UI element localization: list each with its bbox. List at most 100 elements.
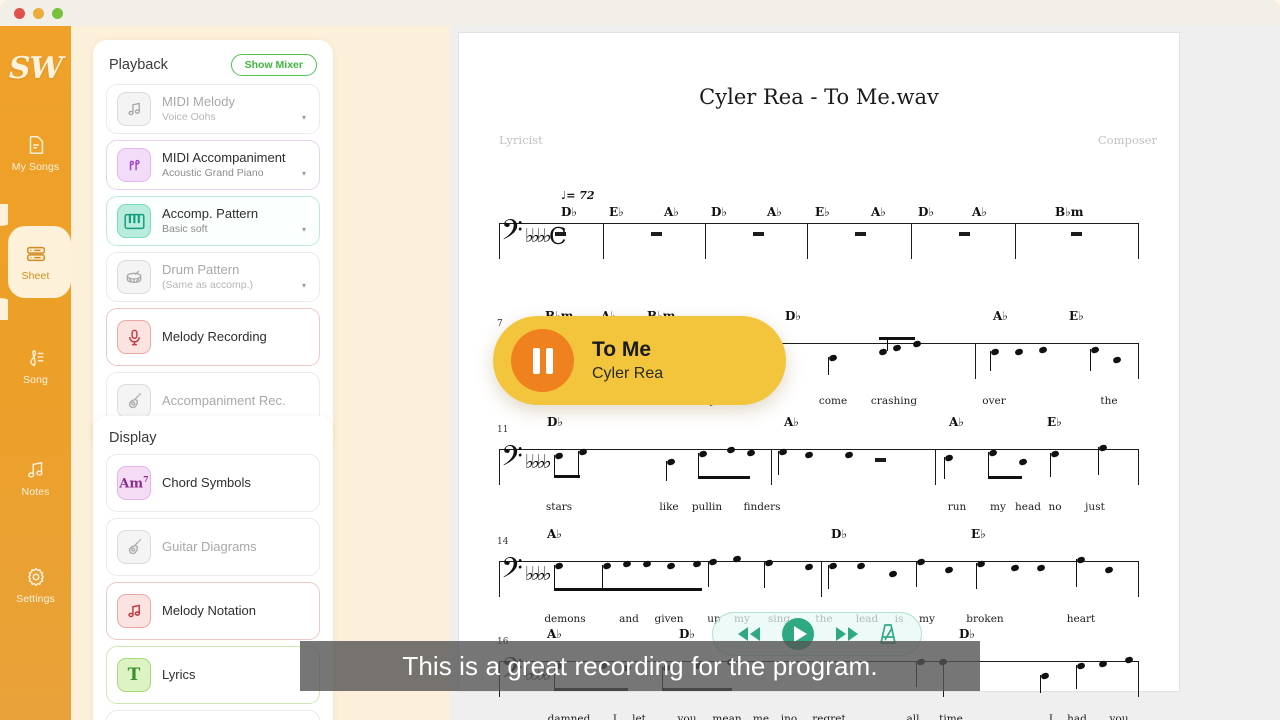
sidebar-item-settings[interactable]: Settings (0, 558, 71, 612)
chevron-down-icon[interactable]: ▾ (302, 113, 306, 122)
playback-item-name: Accompaniment Rec. (162, 392, 286, 408)
playback-item-sub: Voice Oohs (162, 111, 216, 124)
display-item-name: Chord Symbols (162, 474, 251, 490)
bass-clef-icon: 𝄢 (501, 440, 523, 480)
app-window: SW My Songs Sheet Song Notes Settings Pl… (0, 0, 1280, 720)
sidebar-label-song: Song (23, 373, 48, 386)
lyric-syllable: mean (712, 713, 742, 720)
page-title: Cyler Rea - To Me.wav (699, 85, 939, 109)
left-nav-rail: SW My Songs Sheet Song Notes Settings (0, 26, 71, 720)
lyric-syllable: time (939, 713, 963, 720)
pause-button[interactable] (511, 329, 574, 392)
playback-card: Playback Show Mixer MIDI Melody Voice Oo… (93, 40, 333, 449)
chord-symbol: E♭ (1069, 309, 1084, 323)
chord-icon-text: Am (119, 476, 144, 492)
chord-symbol: A♭ (547, 627, 562, 641)
playback-item-name: Melody Recording (162, 328, 267, 344)
sidebar-item-song[interactable]: Song (0, 339, 71, 393)
chord-symbol: D♭ (711, 205, 728, 219)
bass-clef-icon: 𝄢 (501, 552, 523, 592)
bass-clef-icon: 𝄢 (501, 214, 523, 254)
playback-item-name: Drum Pattern (162, 261, 240, 277)
staff: 𝄢 ♭♭♭♭ (499, 554, 1139, 597)
sidebar-item-sheet[interactable]: Sheet (0, 235, 71, 289)
chord-symbol: D♭ (959, 627, 976, 641)
caption-text: This is a great recording for the progra… (402, 650, 878, 681)
display-item-name: Lyrics (162, 666, 196, 682)
chord-symbol: E♭ (971, 527, 986, 541)
chord-symbol: A♭ (664, 205, 679, 219)
sidebar-label-my-songs: My Songs (11, 160, 60, 173)
measure-number: 11 (497, 425, 509, 435)
chord-symbol-icon: Am7 (117, 466, 151, 500)
sidebar-item-my-songs[interactable]: My Songs (0, 126, 71, 180)
playback-item-melody-recording[interactable]: Melody Recording (106, 308, 320, 366)
display-item-name: Guitar Diagrams (162, 538, 257, 554)
lyric-syllable: pullin (691, 501, 723, 513)
guitar-icon (117, 530, 151, 564)
playback-item-midi-melody[interactable]: MIDI Melody Voice Oohs ▾ (106, 84, 320, 134)
chevron-down-icon[interactable]: ▾ (302, 225, 306, 234)
chevron-down-icon[interactable]: ▾ (302, 281, 306, 290)
playback-item-drum-pattern[interactable]: Drum Pattern (Same as accomp.) ▾ (106, 252, 320, 302)
display-card: Display Am7 Chord Symbols Guitar Diagram… (93, 416, 333, 720)
display-item-name: Melody Notation (162, 602, 256, 618)
lyric-syllable: finders (743, 501, 781, 513)
time-signature: C (549, 224, 567, 250)
measure-number: 7 (497, 319, 503, 329)
chord-symbol: D♭ (831, 527, 848, 541)
text-t-icon: T (117, 658, 151, 692)
sidebar-label-settings: Settings (16, 592, 55, 605)
zoom-button[interactable] (52, 7, 63, 19)
staff-system-3[interactable]: 11 D♭ A♭ A♭ E♭ 𝄢 ♭♭♭♭ stars like pullin … (497, 415, 1139, 513)
lyric-syllable: over (982, 395, 1006, 407)
staff-system-1[interactable]: ♩= 72 D♭ E♭ A♭ D♭ A♭ E♭ A♭ D♭ A♭ B♭m 𝄢 ♭… (499, 189, 1139, 259)
measure-number: 14 (497, 537, 509, 547)
lyric-syllable: and (619, 613, 639, 625)
playback-title: Playback (109, 57, 168, 73)
close-button[interactable] (14, 7, 25, 19)
display-item-accomp-notation[interactable]: Accomp. Notation (106, 710, 320, 720)
show-mixer-button[interactable]: Show Mixer (230, 54, 317, 76)
key-signature: ♭♭♭♭ (525, 563, 552, 585)
lyric-syllable: head (1015, 501, 1041, 513)
lyric-syllable: broken (966, 613, 1004, 625)
chord-symbol: A♭ (871, 205, 886, 219)
staff-system-4[interactable]: 14 A♭ D♭ E♭ 𝄢 ♭♭♭♭ demons and given up m… (497, 527, 1139, 625)
lyric-syllable: demons (544, 613, 586, 625)
lyrics-icon-text: T (127, 665, 141, 685)
chevron-down-icon[interactable]: ▾ (302, 169, 306, 178)
composer-field[interactable]: Composer (1098, 133, 1157, 147)
minimize-button[interactable] (33, 7, 44, 19)
lyric-syllable: regret (812, 713, 846, 720)
lyricist-field[interactable]: Lyricist (499, 133, 543, 147)
lyric-syllable: me (752, 713, 770, 720)
chord-symbol: A♭ (949, 415, 964, 429)
music-note-icon (27, 461, 43, 478)
playback-item-name: Accomp. Pattern (162, 205, 259, 221)
lyric-syllable: you (677, 713, 697, 720)
playback-item-midi-accompaniment[interactable]: MIDI Accompaniment Acoustic Grand Piano … (106, 140, 320, 190)
display-item-chord-symbols[interactable]: Am7 Chord Symbols (106, 454, 320, 512)
microphone-icon (117, 320, 151, 354)
chord-symbol: D♭ (547, 415, 564, 429)
lyric-syllable: like (659, 501, 679, 513)
staff: 𝄢 ♭♭♭♭ C (499, 217, 1139, 259)
display-item-guitar-diagrams[interactable]: Guitar Diagrams (106, 518, 320, 576)
display-item-melody-notation[interactable]: Melody Notation (106, 582, 320, 640)
now-playing-artist: Cyler Rea (592, 365, 664, 382)
lyric-syllable: run (947, 501, 967, 513)
chord-symbol: D♭ (679, 627, 696, 641)
midi-melody-icon (117, 92, 151, 126)
document-note-icon (29, 135, 43, 154)
lyric-syllable: all (906, 713, 920, 720)
drum-icon (117, 260, 151, 294)
playback-item-accomp-pattern[interactable]: Accomp. Pattern Basic soft ▾ (106, 196, 320, 246)
playback-item-sub: Basic soft (162, 223, 208, 236)
lyric-syllable: crashing (870, 395, 918, 407)
sidebar-item-notes[interactable]: Notes (0, 451, 71, 505)
display-item-lyrics[interactable]: T Lyrics (106, 646, 320, 704)
chord-symbol: A♭ (767, 205, 782, 219)
now-playing-pill[interactable]: To Me Cyler Rea (493, 316, 786, 405)
guitar-icon (117, 384, 151, 418)
